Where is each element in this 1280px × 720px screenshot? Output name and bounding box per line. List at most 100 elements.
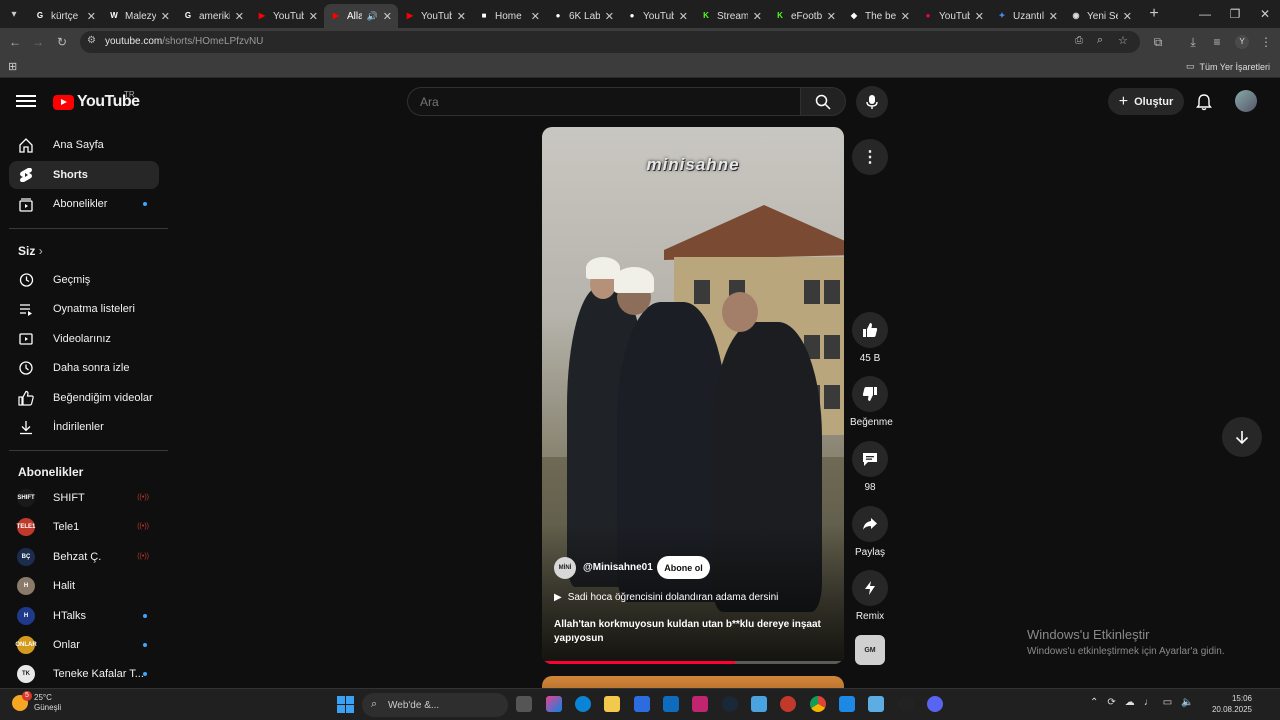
- taskbar-search[interactable]: ⌕ Web'de &...: [362, 693, 508, 717]
- tab-close-icon[interactable]: ✕: [605, 10, 614, 23]
- sync-icon[interactable]: ⟳: [1107, 697, 1115, 708]
- sidebar-item-beğendiğim-videolar[interactable]: Beğendiğim videolar: [9, 384, 159, 412]
- sidebar-sub-teneke-kafalar-t[interactable]: TK Teneke Kafalar T...: [9, 660, 159, 688]
- tab-audio-icon[interactable]: 🔊: [367, 11, 378, 22]
- bookmark-star-icon[interactable]: ☆: [1118, 34, 1128, 47]
- browser-tab[interactable]: ◆ The be ✕: [842, 4, 916, 28]
- like-button[interactable]: [852, 312, 888, 348]
- voice-search-button[interactable]: [856, 86, 888, 118]
- tab-close-icon[interactable]: ✕: [901, 10, 910, 23]
- browser-tab[interactable]: ▶ YouTub ✕: [250, 4, 324, 28]
- search-button[interactable]: [800, 87, 846, 116]
- sidebar-item-i-ndirilenler[interactable]: İndirilenler: [9, 413, 159, 441]
- outlook-icon[interactable]: [663, 696, 679, 712]
- microphone-icon[interactable]: ♩: [1144, 697, 1154, 708]
- app-icon[interactable]: [692, 696, 708, 712]
- tab-close-icon[interactable]: ✕: [753, 10, 762, 23]
- channel-name[interactable]: @Minisahne01: [583, 562, 653, 573]
- notepad-icon[interactable]: [839, 696, 855, 712]
- sidebar-item-abonelikler[interactable]: Abonelikler: [9, 190, 159, 218]
- tab-close-icon[interactable]: ✕: [457, 10, 466, 23]
- search-input[interactable]: [420, 95, 790, 109]
- tab-close-icon[interactable]: ✕: [1123, 10, 1132, 23]
- tab-close-icon[interactable]: ✕: [309, 10, 318, 23]
- zoom-icon[interactable]: ⌕: [1097, 34, 1103, 47]
- weather-widget[interactable]: 5 25°C Güneşli: [12, 691, 61, 713]
- more-options-button[interactable]: ⋮: [852, 139, 888, 175]
- browser-tab[interactable]: W Malezy ✕: [102, 4, 176, 28]
- task-view-icon[interactable]: [516, 696, 532, 712]
- tab-close-icon[interactable]: ✕: [87, 10, 96, 23]
- profile-icon[interactable]: Y: [1232, 32, 1252, 52]
- sidebar-sub-tele1[interactable]: TELE1 Tele1 ((•)): [9, 513, 159, 541]
- shorts-player[interactable]: minisahne MİNİ @Minisahne01 Abone ol ▶ S…: [542, 127, 844, 664]
- browser-tab[interactable]: ▶ Alla 🔊 ✕: [324, 4, 398, 28]
- browser-tab[interactable]: ● YouTub ✕: [916, 4, 990, 28]
- browser-tab[interactable]: ■ Home ✕: [472, 4, 546, 28]
- video-progress-bar[interactable]: [542, 661, 844, 664]
- create-button[interactable]: + Oluştur: [1108, 88, 1184, 115]
- site-info-icon[interactable]: ⚙: [87, 35, 96, 46]
- video-caption[interactable]: Allah'tan korkmuyosun kuldan utan b**klu…: [554, 618, 824, 646]
- channel-avatar[interactable]: MİNİ: [554, 557, 576, 579]
- app-icon[interactable]: [898, 696, 914, 712]
- minimize-icon[interactable]: —: [1190, 0, 1220, 28]
- account-avatar[interactable]: [1235, 90, 1257, 112]
- tab-close-icon[interactable]: ✕: [827, 10, 836, 23]
- close-window-icon[interactable]: ✕: [1250, 0, 1280, 28]
- you-heading[interactable]: Siz ›: [18, 244, 43, 258]
- tab-close-icon[interactable]: ✕: [531, 10, 540, 23]
- menu-icon[interactable]: [16, 92, 36, 112]
- browser-tab[interactable]: Gkürtçe ✕: [28, 4, 102, 28]
- sidebar-sub-onlar[interactable]: ONLAR Onlar: [9, 631, 159, 659]
- tab-close-icon[interactable]: ✕: [975, 10, 984, 23]
- share-button[interactable]: [852, 506, 888, 542]
- browser-tab[interactable]: ▶ YouTub ✕: [398, 4, 472, 28]
- tab-close-icon[interactable]: ✕: [235, 10, 244, 23]
- browser-tab[interactable]: ● 6K Labs ✕: [546, 4, 620, 28]
- tab-close-icon[interactable]: ✕: [161, 10, 170, 23]
- comments-button[interactable]: [852, 441, 888, 477]
- volume-icon[interactable]: 🔈: [1181, 697, 1193, 708]
- all-bookmarks-button[interactable]: ▭ Tüm Yer İşaretleri: [1186, 61, 1270, 72]
- tab-close-icon[interactable]: ✕: [383, 10, 392, 23]
- reload-icon[interactable]: ↻: [52, 32, 72, 52]
- settings-app-icon[interactable]: [751, 696, 767, 712]
- sidebar-sub-htalks[interactable]: H HTalks: [9, 602, 159, 630]
- sound-thumbnail[interactable]: GM: [855, 635, 885, 665]
- browser-menu-icon[interactable]: ⋮: [1256, 32, 1276, 52]
- downloads-toolbar-icon[interactable]: ⤓: [1183, 32, 1203, 52]
- extensions-icon[interactable]: ⧉: [1148, 32, 1168, 52]
- sidebar-item-shorts[interactable]: Shorts: [9, 160, 159, 189]
- next-video-button[interactable]: [1222, 417, 1262, 457]
- dislike-button[interactable]: [852, 376, 888, 412]
- sound-link[interactable]: ▶ Sadi hoca öğrencisini dolandıran adama…: [554, 592, 778, 603]
- search-box[interactable]: [407, 87, 801, 116]
- tab-search-icon[interactable]: ▾: [0, 0, 28, 28]
- browser-tab[interactable]: ✦ Uzantıl ✕: [990, 4, 1064, 28]
- chrome-icon[interactable]: [810, 696, 826, 712]
- sidebar-sub-shift[interactable]: SHIFT SHIFT ((•)): [9, 484, 159, 512]
- sidebar-item-oynatma-listeleri[interactable]: Oynatma listeleri: [9, 295, 159, 323]
- file-explorer-icon[interactable]: [604, 696, 620, 712]
- remix-button[interactable]: [852, 570, 888, 606]
- store-icon[interactable]: [634, 696, 650, 712]
- clock[interactable]: 15:06 20.08.2025: [1210, 693, 1252, 715]
- tab-close-icon[interactable]: ✕: [1049, 10, 1058, 23]
- new-tab-button[interactable]: +: [1142, 2, 1166, 26]
- sidebar-item-ana-sayfa[interactable]: Ana Sayfa: [9, 131, 159, 159]
- copilot-icon[interactable]: [546, 696, 562, 712]
- start-button[interactable]: [337, 696, 354, 713]
- photos-icon[interactable]: [868, 696, 884, 712]
- reading-list-icon[interactable]: ≡: [1207, 32, 1227, 52]
- notifications-icon[interactable]: [1194, 92, 1214, 112]
- display-icon[interactable]: ▭: [1163, 697, 1172, 708]
- browser-tab[interactable]: Gameriki ✕: [176, 4, 250, 28]
- chevron-up-icon[interactable]: ⌃: [1090, 697, 1098, 708]
- tab-close-icon[interactable]: ✕: [679, 10, 688, 23]
- subscribe-button[interactable]: Abone ol: [657, 556, 710, 579]
- sidebar-sub-halit[interactable]: H Halit: [9, 572, 159, 600]
- restore-icon[interactable]: ❐: [1220, 0, 1250, 28]
- install-app-icon[interactable]: ⎙: [1075, 35, 1083, 46]
- address-bar[interactable]: ⚙ youtube.com/shorts/HOmeLPfzvNU ⎙ ⌕ ☆: [80, 31, 1140, 53]
